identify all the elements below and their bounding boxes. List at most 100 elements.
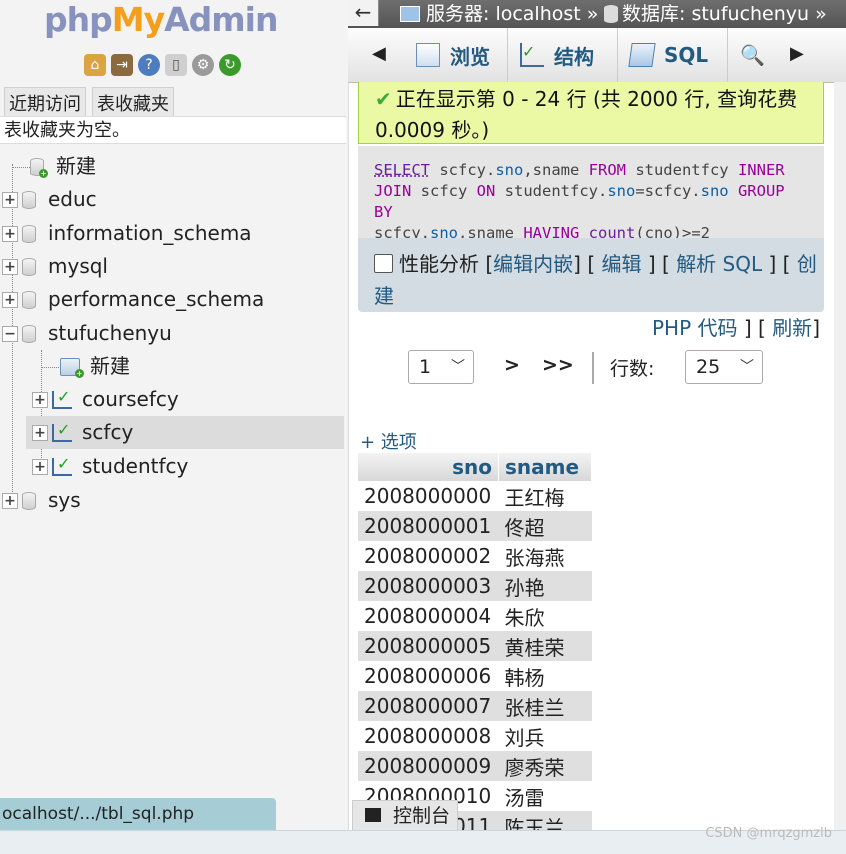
inline-edit-link[interactable]: 编辑内嵌 [493,252,573,276]
success-message-line1: 正在显示第 0 - 24 行 (共 2000 行, 查询花费 [395,87,798,111]
tree-item-new-database[interactable]: + 新建 [30,150,96,183]
tree-item-label: 新建 [90,354,130,378]
tabs-scroll-left-icon[interactable]: ◀ [372,43,386,64]
cell-sname: 张海燕 [498,541,592,571]
tab-structure[interactable]: ✓ 结构 [508,28,618,82]
next-page-button[interactable]: > [504,354,520,376]
table-row[interactable]: 2008000005 黄桂荣 [358,631,592,661]
chevron-down-icon: ﹀ [451,359,465,375]
table-row[interactable]: 2008000003 孙艳 [358,571,592,601]
cell-sname: 孙艳 [498,571,592,601]
favorites-empty-message: 表收藏夹为空。 [0,116,346,144]
sql-text: scfcy. [430,161,496,179]
expand-icon[interactable]: + [2,492,18,509]
tree-item-information-schema[interactable]: + information_schema [2,217,252,250]
tabs-scroll-right-icon[interactable]: ▶ [790,43,804,64]
cell-sname: 佟超 [498,511,592,541]
results-table: sno sname 2008000000 王红梅 2008000001 佟超 200… [358,453,592,841]
breadcrumb-database[interactable]: 数据库: stufuchenyu » [604,0,827,28]
reload-icon[interactable]: ↻ [219,54,241,76]
database-icon [22,324,36,343]
breadcrumb-server[interactable]: 服务器: localhost » [400,0,598,28]
collapse-navigation-icon[interactable]: ← [348,0,379,26]
rows-select-value: 25 [696,356,721,378]
tree-item-label: sys [48,488,81,512]
tree-item-label: scfcy [82,420,134,444]
tree-item-educ[interactable]: + educ [2,183,97,216]
tree-item-performance-schema[interactable]: + performance_schema [2,283,264,316]
edit-link[interactable]: 编辑 [602,252,642,276]
sql-keyword[interactable]: SELECT [374,161,430,179]
new-database-icon: + [30,157,48,178]
tab-recent[interactable]: 近期访问 [4,87,86,118]
database-icon [22,224,36,243]
cell-sno: 2008000005 [358,631,499,661]
vertical-scrollbar[interactable] [834,82,846,830]
cell-sname: 廖秀荣 [498,751,592,781]
console-icon [365,808,381,822]
sql-text: studentfcy [625,161,738,179]
table-row[interactable]: 2008000001 佟超 [358,511,592,541]
settings-icon[interactable]: ⚙ [192,54,214,76]
sql-keyword: INNER [737,161,785,179]
breadcrumb-server-label: 服务器: localhost » [426,3,599,25]
sql-text: scfcy [411,182,477,200]
cell-sname: 韩杨 [498,661,592,691]
server-icon [400,6,420,22]
docs-icon[interactable]: ▯ [165,54,187,76]
table-row[interactable]: 2008000002 张海燕 [358,541,592,571]
chevron-down-icon: ﹀ [740,359,754,375]
tree-item-new-table[interactable]: + 新建 [60,350,130,383]
explain-sql-link[interactable]: 解析 SQL [676,252,762,276]
breadcrumb-bar: ← 服务器: localhost » 数据库: stufuchenyu » [348,0,846,28]
sql-field: sno [700,182,729,200]
sql-query-display: SELECT scfcy.sno,sname FROM studentfcy I… [358,146,824,242]
page-select[interactable]: 1 ﹀ [408,350,474,384]
rows-per-page-select[interactable]: 25 ﹀ [685,350,763,384]
tree-item-scfcy[interactable]: + ✓ scfcy [26,416,344,449]
profiling-checkbox[interactable] [374,254,393,273]
collapse-icon[interactable]: − [2,325,18,342]
tab-structure-label: 结构 [554,44,594,69]
table-row[interactable]: 2008000007 张桂兰 [358,691,592,721]
table-row[interactable]: 2008000008 刘兵 [358,721,592,751]
tab-search[interactable]: 🔍 [728,28,784,82]
expand-icon[interactable]: + [2,191,18,208]
help-icon[interactable]: ? [138,54,160,76]
column-header-sname[interactable]: sname [498,453,592,481]
status-bar-url: ocalhost/.../tbl_sql.php [0,798,276,830]
table-row[interactable]: 2008000006 韩杨 [358,661,592,691]
options-link[interactable]: + 选项 [360,428,417,454]
refresh-link[interactable]: 刷新 [772,316,812,340]
page-select-value: 1 [419,356,432,378]
column-header-sno[interactable]: sno [358,453,499,481]
breadcrumb-database-label: 数据库: stufuchenyu » [622,3,827,25]
tree-item-studentfcy[interactable]: + ✓ studentfcy [32,450,188,483]
expand-icon[interactable]: + [2,225,18,242]
table-row[interactable]: 2008000000 王红梅 [358,481,592,511]
tab-browse[interactable]: 浏览 [404,28,508,82]
pagination: 1 ﹀ > >> 行数: 25 ﹀ [408,350,828,386]
tree-item-coursefcy[interactable]: + ✓ coursefcy [32,383,179,416]
expand-icon[interactable]: + [32,424,48,441]
sql-actions: 性能分析 [编辑内嵌] [ 编辑 ] [ 解析 SQL ] [ 创建 PHP 代… [358,238,824,340]
home-icon[interactable]: ⌂ [84,54,106,76]
cell-sno: 2008000008 [358,721,499,751]
expand-icon[interactable]: + [2,258,18,275]
tree-item-sys[interactable]: + sys [2,484,81,517]
table-row[interactable]: 2008000009 廖秀荣 [358,751,592,781]
phpmyadmin-logo[interactable]: phpMyAdmin [44,0,278,40]
tree-item-stufuchenyu[interactable]: − stufuchenyu [2,317,172,350]
expand-icon[interactable]: + [32,391,48,408]
tree-item-mysql[interactable]: + mysql [2,250,108,283]
php-code-link[interactable]: PHP 代码 [652,316,738,340]
console-toggle[interactable]: 控制台 [352,800,458,830]
tree-item-label: educ [48,187,97,211]
expand-icon[interactable]: + [2,291,18,308]
expand-icon[interactable]: + [32,458,48,475]
tab-sql[interactable]: SQL [618,28,728,82]
logout-icon[interactable]: ⇥ [111,54,133,76]
table-row[interactable]: 2008000004 朱欣 [358,601,592,631]
last-page-button[interactable]: >> [542,354,574,376]
tab-favorites[interactable]: 表收藏夹 [92,87,174,118]
